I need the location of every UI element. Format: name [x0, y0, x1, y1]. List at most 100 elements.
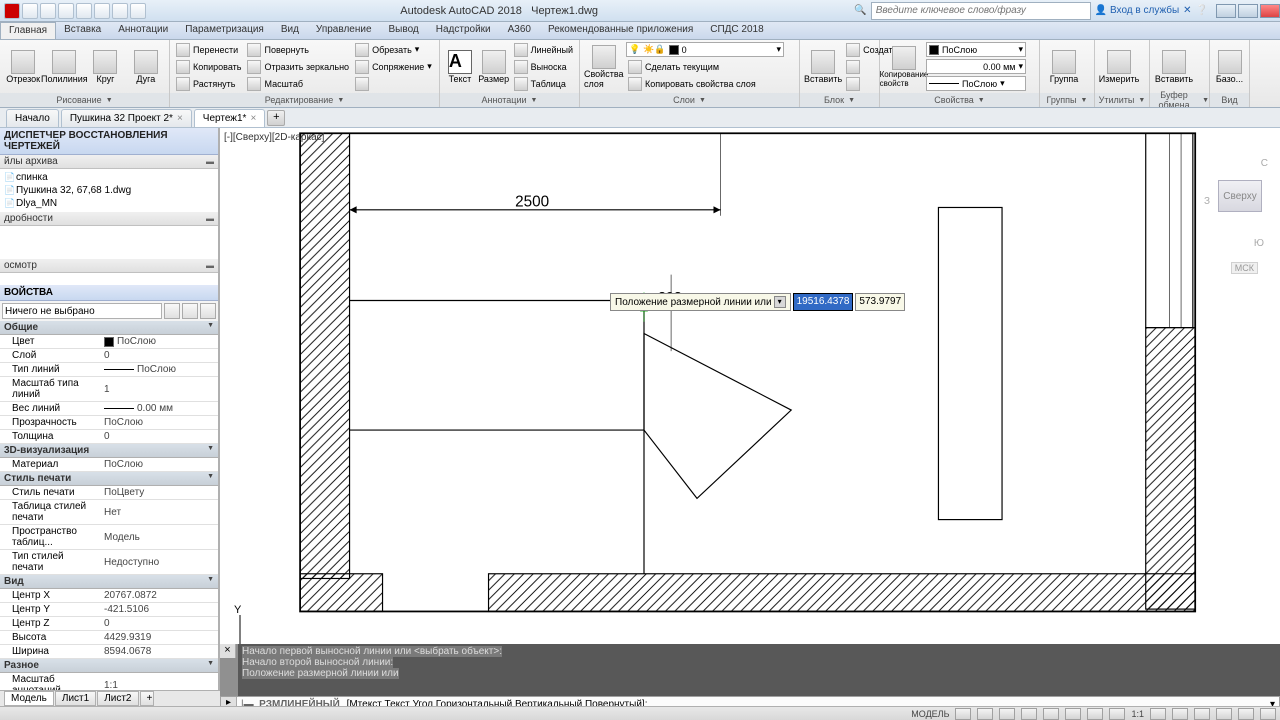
arc-button[interactable]: Дуга — [127, 43, 165, 91]
prop-group-general[interactable]: Общие▼ — [0, 321, 218, 335]
archive-section[interactable]: йлы архива▬ — [0, 155, 218, 169]
group-button[interactable]: Группа — [1044, 43, 1084, 91]
array-button[interactable] — [353, 76, 434, 91]
file-item[interactable]: Dlya_MN — [4, 197, 214, 210]
model-tab[interactable]: Модель — [4, 691, 54, 706]
mirror-button[interactable]: Отразить зеркально — [245, 59, 351, 74]
preview-section[interactable]: осмотр▬ — [0, 259, 218, 273]
prop-group-misc[interactable]: Разное▼ — [0, 659, 218, 673]
tab-output[interactable]: Вывод — [381, 22, 428, 39]
p-pty-val[interactable]: Недоступно — [100, 550, 218, 574]
p-ps-val[interactable]: ПоЦвету — [100, 486, 218, 499]
make-current-button[interactable]: Сделать текущим — [626, 59, 786, 74]
annoviz-button[interactable] — [1172, 708, 1188, 720]
qat-undo[interactable] — [112, 3, 128, 19]
prop-mat-value[interactable]: ПоСлою — [100, 458, 218, 471]
p-cx-val[interactable]: 20767.0872 — [100, 589, 218, 602]
maximize-button[interactable] — [1238, 4, 1258, 18]
drawing-canvas[interactable]: [-][Сверху][2D-каркас] — [220, 128, 1280, 698]
select-button[interactable] — [182, 303, 198, 319]
panel-modify-label[interactable]: Редактирование▼ — [170, 93, 439, 107]
base-button[interactable]: Базо... — [1214, 43, 1245, 91]
isolate-button[interactable] — [1194, 708, 1210, 720]
cleanscreen-button[interactable] — [1238, 708, 1254, 720]
exchange-icon[interactable]: ✕ — [1183, 5, 1191, 16]
viewcube[interactable]: С З Ю Сверху МСК — [1210, 136, 1270, 256]
tab-a360[interactable]: A360 — [500, 22, 540, 39]
dynamic-y-input[interactable]: 573.9797 — [855, 293, 905, 311]
prop-linetype-value[interactable]: ПоСлою — [100, 363, 218, 376]
otrack-toggle[interactable] — [1065, 708, 1081, 720]
linetype-combo[interactable]: ПоСлою ▾ — [926, 76, 1026, 91]
prop-ltscale-value[interactable]: 1 — [100, 377, 218, 401]
qat-open[interactable] — [40, 3, 56, 19]
circle-button[interactable]: Круг — [86, 43, 124, 91]
prop-group-view[interactable]: Вид▼ — [0, 575, 218, 589]
polar-toggle[interactable] — [1021, 708, 1037, 720]
p-psp-val[interactable]: Модель — [100, 525, 218, 549]
color-combo[interactable]: ПоСлою▾ — [926, 42, 1026, 57]
file-item[interactable]: Пушкина 32, 67,68 1.dwg — [4, 184, 214, 197]
snap-toggle[interactable] — [977, 708, 993, 720]
layout2-tab[interactable]: Лист2 — [97, 691, 138, 706]
measure-button[interactable]: Измерить — [1099, 43, 1139, 91]
layer-props-button[interactable]: Свойства слоя — [584, 43, 624, 91]
search-input[interactable] — [871, 2, 1091, 20]
p-h-val[interactable]: 4429.9319 — [100, 631, 218, 644]
selection-combo[interactable] — [2, 303, 162, 319]
qat-print[interactable] — [94, 3, 110, 19]
insert-block-button[interactable]: Вставить — [804, 43, 842, 91]
tab-home[interactable]: Главная — [0, 22, 56, 39]
prop-transp-value[interactable]: ПоСлою — [100, 416, 218, 429]
grid-toggle[interactable] — [955, 708, 971, 720]
panel-group-label[interactable]: Группы▼ — [1040, 93, 1094, 107]
doc-tab-drawing1[interactable]: Чертеж1*× — [194, 109, 265, 127]
prop-color-value[interactable]: ПоСлою — [100, 335, 218, 348]
tab-spds[interactable]: СПДС 2018 — [702, 22, 772, 39]
dynamic-x-input[interactable]: 19516.4378 — [793, 293, 854, 311]
dim-button[interactable]: Размер — [478, 43, 510, 91]
p-cy-val[interactable]: -421.5106 — [100, 603, 218, 616]
qat-redo[interactable] — [130, 3, 146, 19]
panel-annot-label[interactable]: Аннотации▼ — [440, 93, 579, 107]
trim-button[interactable]: Обрезать ▾ — [353, 42, 434, 57]
tab-view[interactable]: Вид — [273, 22, 308, 39]
help-icon[interactable]: ❔ — [1196, 5, 1208, 16]
app-menu-button[interactable] — [4, 3, 20, 19]
lineweight-combo[interactable]: 0.00 мм ▾ — [926, 59, 1026, 74]
qat-saveas[interactable] — [76, 3, 92, 19]
panel-layers-label[interactable]: Слои▼ — [580, 93, 799, 107]
prop-group-plot[interactable]: Стиль печати▼ — [0, 472, 218, 486]
workspace-button[interactable] — [1150, 708, 1166, 720]
lwt-toggle[interactable] — [1087, 708, 1103, 720]
copy-layer-props-button[interactable]: Копировать свойства слоя — [626, 76, 786, 91]
layout1-tab[interactable]: Лист1 — [55, 691, 96, 706]
scale-button[interactable]: Масштаб — [245, 76, 351, 91]
p-w-val[interactable]: 8594.0678 — [100, 645, 218, 658]
layer-combo[interactable]: 💡☀️🔒 0 ▾ — [626, 42, 784, 57]
panel-props-label[interactable]: Свойства▼ — [880, 93, 1039, 107]
close-icon[interactable]: × — [177, 113, 183, 124]
panel-paste-label[interactable]: Буфер обмена▼ — [1150, 93, 1209, 107]
doc-tab-start[interactable]: Начало — [6, 109, 59, 127]
p-pst-val[interactable]: Нет — [100, 500, 218, 524]
pickadd-button[interactable] — [164, 303, 180, 319]
linear-button[interactable]: Линейный — [512, 42, 575, 57]
viewport-label[interactable]: [-][Сверху][2D-каркас] — [224, 132, 324, 143]
tab-param[interactable]: Параметризация — [177, 22, 273, 39]
prop-thick-value[interactable]: 0 — [100, 430, 218, 443]
hw-accel-button[interactable] — [1216, 708, 1232, 720]
minimize-button[interactable] — [1216, 4, 1236, 18]
tab-featured[interactable]: Рекомендованные приложения — [540, 22, 702, 39]
chevron-down-icon[interactable]: ▾ — [774, 296, 786, 308]
doc-add-button[interactable]: + — [267, 110, 285, 126]
panel-util-label[interactable]: Утилиты▼ — [1095, 93, 1149, 107]
qat-save[interactable] — [58, 3, 74, 19]
leader-button[interactable]: Выноска — [512, 59, 575, 74]
tab-manage[interactable]: Управление — [308, 22, 381, 39]
customize-button[interactable] — [1260, 708, 1276, 720]
login-link[interactable]: 👤 Вход в службы — [1095, 5, 1179, 16]
table-button[interactable]: Таблица — [512, 76, 575, 91]
prop-lweight-value[interactable]: 0.00 мм — [100, 402, 218, 415]
panel-block-label[interactable]: Блок▼ — [800, 93, 879, 107]
